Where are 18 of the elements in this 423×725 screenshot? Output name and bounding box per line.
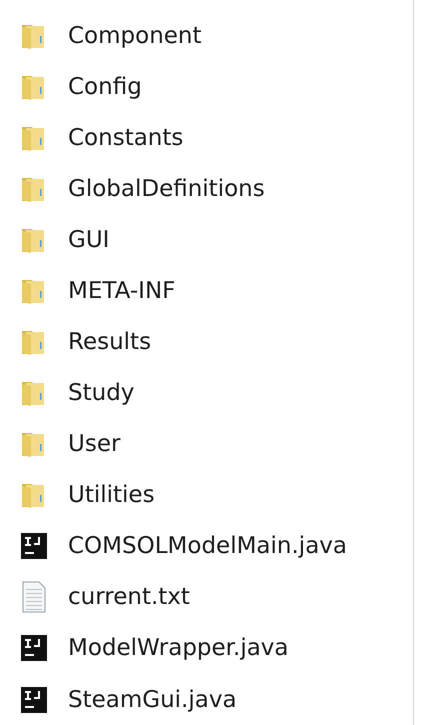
file-name[interactable]: ModelWrapper.java bbox=[68, 635, 289, 662]
text-file-icon bbox=[20, 581, 48, 614]
file-name[interactable]: current.txt bbox=[68, 584, 190, 610]
file-name[interactable]: Study bbox=[68, 380, 134, 406]
file-name[interactable]: GUI bbox=[68, 226, 110, 253]
app-icon bbox=[20, 686, 48, 714]
app-icon bbox=[20, 532, 48, 560]
file-name[interactable]: SteamGui.java bbox=[68, 686, 237, 713]
file-name[interactable]: Constants bbox=[68, 124, 184, 151]
file-name[interactable]: GlobalDefinitions bbox=[68, 176, 265, 202]
file-name[interactable]: Results bbox=[68, 329, 152, 355]
file-name[interactable]: Utilities bbox=[68, 482, 155, 508]
file-name[interactable]: COMSOLModelMain.java bbox=[68, 533, 347, 560]
file-name[interactable]: Config bbox=[68, 74, 142, 100]
file-name[interactable]: User bbox=[68, 431, 120, 458]
app-icon bbox=[20, 634, 48, 662]
file-name[interactable]: Component bbox=[68, 22, 202, 49]
file-name[interactable]: META-INF bbox=[68, 278, 176, 304]
